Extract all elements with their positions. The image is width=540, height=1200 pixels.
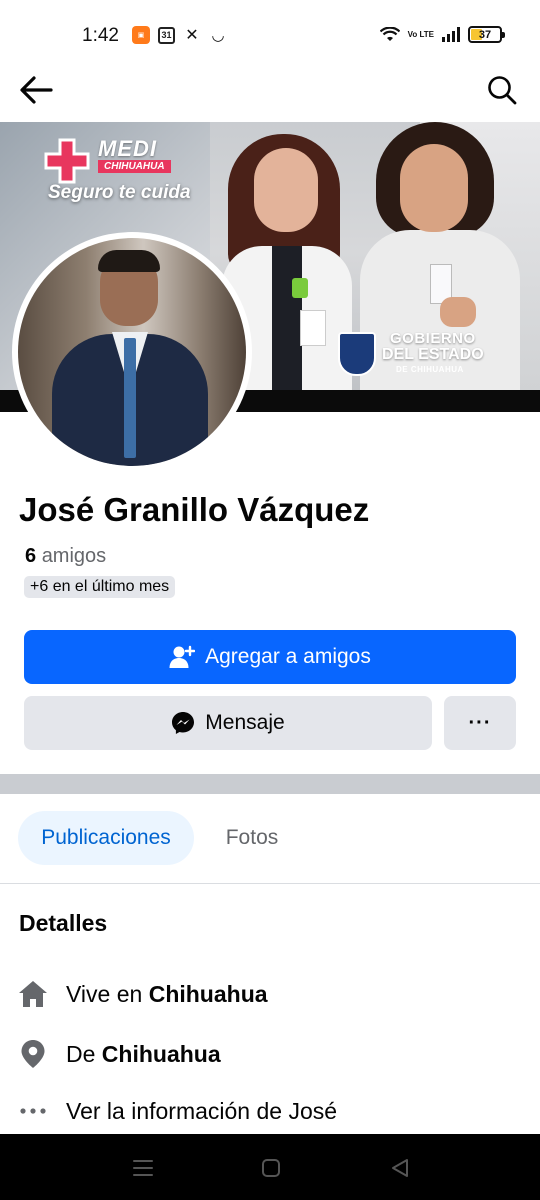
more-dots-icon (18, 1096, 48, 1126)
search-icon (488, 76, 517, 105)
see-info-link[interactable]: Ver la información de José (18, 1091, 528, 1131)
home-button[interactable] (257, 1154, 285, 1182)
from-city: Chihuahua (101, 1040, 221, 1067)
avatar-photo (18, 238, 246, 466)
medi-title: MEDI (98, 136, 157, 161)
friends-number: 6 (25, 545, 37, 567)
status-bar: 1:42 ▣ 31 ✕ ◡ Vo LTE 37 (0, 0, 540, 70)
gobierno-logo: GOBIERNO DEL ESTADO DE CHIHUAHUA (336, 328, 516, 378)
friends-label: amigos (41, 545, 107, 567)
friends-count[interactable]: 6 amigos (25, 545, 106, 568)
tab-publicaciones[interactable]: Publicaciones (18, 811, 194, 865)
details-heading: Detalles (19, 910, 108, 936)
message-button[interactable]: Mensaje (24, 696, 432, 750)
medichihuahua-logo: MEDI CHIHUAHUA Seguro te cuida (38, 128, 238, 218)
more-options-button[interactable]: ··· (444, 696, 516, 750)
didi-icon: ◡ (212, 27, 224, 44)
section-divider (0, 774, 540, 794)
notification-icons: ▣ 31 ✕ ◡ (132, 26, 227, 44)
calendar-icon: 31 (158, 26, 175, 44)
add-friend-label: Agregar a amigos (205, 645, 371, 668)
volte-icon: Vo LTE (407, 29, 434, 39)
back-button[interactable] (16, 72, 56, 108)
from-prefix: De (66, 1040, 96, 1067)
location-pin-icon (18, 1039, 48, 1069)
top-nav (0, 70, 540, 122)
from-text: De Chihuahua (66, 1041, 221, 1068)
wifi-icon (379, 26, 400, 41)
system-icons: Vo LTE 37 (379, 26, 505, 43)
messenger-icon (172, 712, 195, 734)
profile-avatar[interactable] (12, 232, 252, 472)
system-back-button[interactable] (386, 1154, 414, 1182)
arrow-left-icon (20, 76, 53, 104)
friends-growth-badge: +6 en el último mes (24, 576, 176, 598)
lives-prefix: Vive en (66, 980, 143, 1007)
message-label: Mensaje (205, 711, 285, 734)
person-plus-icon (169, 645, 196, 668)
capcut-icon: ✕ (185, 27, 199, 44)
tab-fotos[interactable]: Fotos (204, 811, 300, 865)
lives-in-text: Vive en Chihuahua (66, 981, 268, 1008)
tabs-divider (0, 883, 540, 884)
battery-icon: 37 (468, 26, 505, 43)
shield-icon (338, 332, 376, 376)
shopping-app-icon: ▣ (132, 26, 150, 44)
triangle-back-icon (392, 1159, 408, 1177)
lives-city: Chihuahua (148, 980, 268, 1007)
battery-level: 37 (478, 28, 492, 41)
signal-icon (442, 27, 460, 42)
home-icon (18, 979, 48, 1009)
medi-subtitle: CHIHUAHUA (98, 160, 171, 173)
recent-apps-button[interactable] (129, 1154, 157, 1182)
add-friend-button[interactable]: Agregar a amigos (24, 630, 516, 684)
search-button[interactable] (484, 72, 520, 108)
detail-lives-in[interactable]: Vive en Chihuahua (18, 974, 528, 1014)
see-info-text: Ver la información de José (66, 1097, 338, 1124)
gob-line1: GOBIERNO (390, 330, 476, 347)
profile-name: José Granillo Vázquez (19, 491, 370, 528)
gob-line3: DE CHIHUAHUA (396, 365, 464, 374)
menu-lines-icon (133, 1160, 153, 1176)
medical-cross-icon (44, 138, 90, 184)
status-time: 1:42 (82, 25, 119, 46)
medi-slogan: Seguro te cuida (48, 182, 191, 203)
detail-from[interactable]: De Chihuahua (18, 1034, 528, 1074)
more-dots-icon: ··· (468, 711, 492, 734)
square-home-icon (262, 1159, 280, 1177)
android-navigation-bar (0, 1134, 540, 1200)
gob-line2: DEL ESTADO (382, 346, 484, 363)
